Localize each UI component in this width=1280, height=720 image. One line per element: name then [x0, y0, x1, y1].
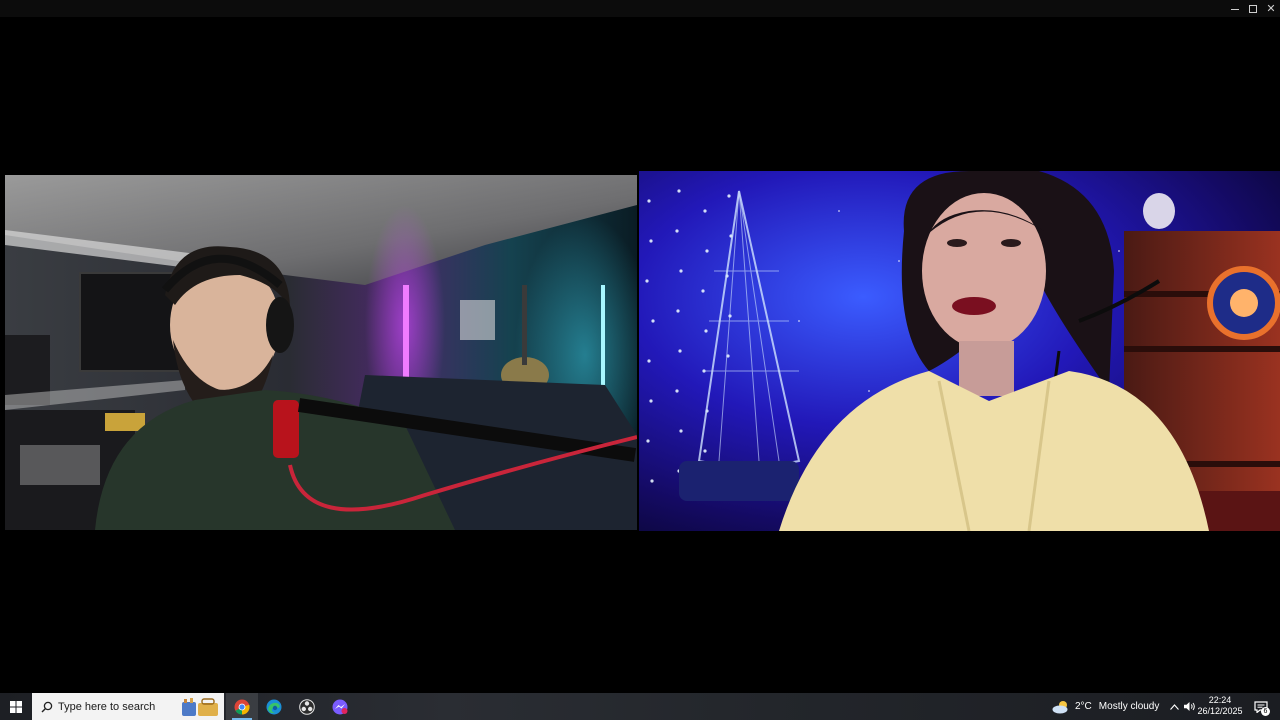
clock-time: 22:24 [1208, 695, 1232, 705]
notification-center-button[interactable]: 6 [1250, 693, 1272, 720]
minimize-icon [1231, 9, 1239, 10]
close-button[interactable]: ✕ [1262, 0, 1280, 17]
maximize-icon [1249, 4, 1257, 13]
video-feed-left [5, 175, 637, 530]
weather-widget[interactable]: 2°C Mostly cloudy [1052, 693, 1159, 720]
search-icon [40, 700, 54, 714]
taskbar: Type here to search 2°C Mostly cloudy 22… [0, 693, 1280, 720]
partly-cloudy-icon [1052, 700, 1068, 713]
clock-date: 26/12/2025 [1197, 706, 1243, 716]
video-tile-right[interactable] [639, 171, 1280, 531]
maximize-button[interactable] [1244, 0, 1262, 17]
video-feed-right [639, 171, 1280, 531]
taskbar-app-edge[interactable] [258, 693, 290, 720]
video-call-window: ✕ Type here to search 2°C Mostly cloudy … [0, 0, 1280, 720]
chrome-icon [234, 699, 250, 715]
volume-icon [1183, 702, 1195, 711]
close-icon: ✕ [1266, 2, 1276, 15]
chevron-up-icon [1169, 703, 1179, 710]
show-hidden-icons-button[interactable] [1167, 693, 1181, 720]
messenger-icon [332, 699, 348, 714]
video-tile-left[interactable] [5, 175, 637, 530]
taskbar-app-messenger[interactable] [324, 693, 356, 720]
volume-button[interactable] [1182, 693, 1196, 720]
minimize-button[interactable] [1226, 0, 1244, 17]
taskbar-app-obs[interactable] [291, 693, 323, 720]
windows-start-icon [10, 700, 22, 713]
search-highlight-icon [182, 698, 218, 716]
search-input[interactable]: Type here to search [58, 701, 155, 713]
start-button[interactable] [0, 693, 32, 720]
notification-count-badge: 6 [1261, 707, 1270, 716]
weather-description: Mostly cloudy [1098, 701, 1160, 712]
title-bar: ✕ [0, 0, 1280, 17]
weather-temperature: 2°C [1075, 701, 1092, 712]
taskbar-app-chrome[interactable] [226, 693, 258, 720]
search-highlight-widget[interactable] [180, 696, 220, 717]
clock[interactable]: 22:24 26/12/2025 [1196, 695, 1244, 717]
search-box[interactable]: Type here to search [32, 693, 224, 720]
obs-icon [299, 698, 315, 715]
edge-icon [266, 699, 282, 714]
